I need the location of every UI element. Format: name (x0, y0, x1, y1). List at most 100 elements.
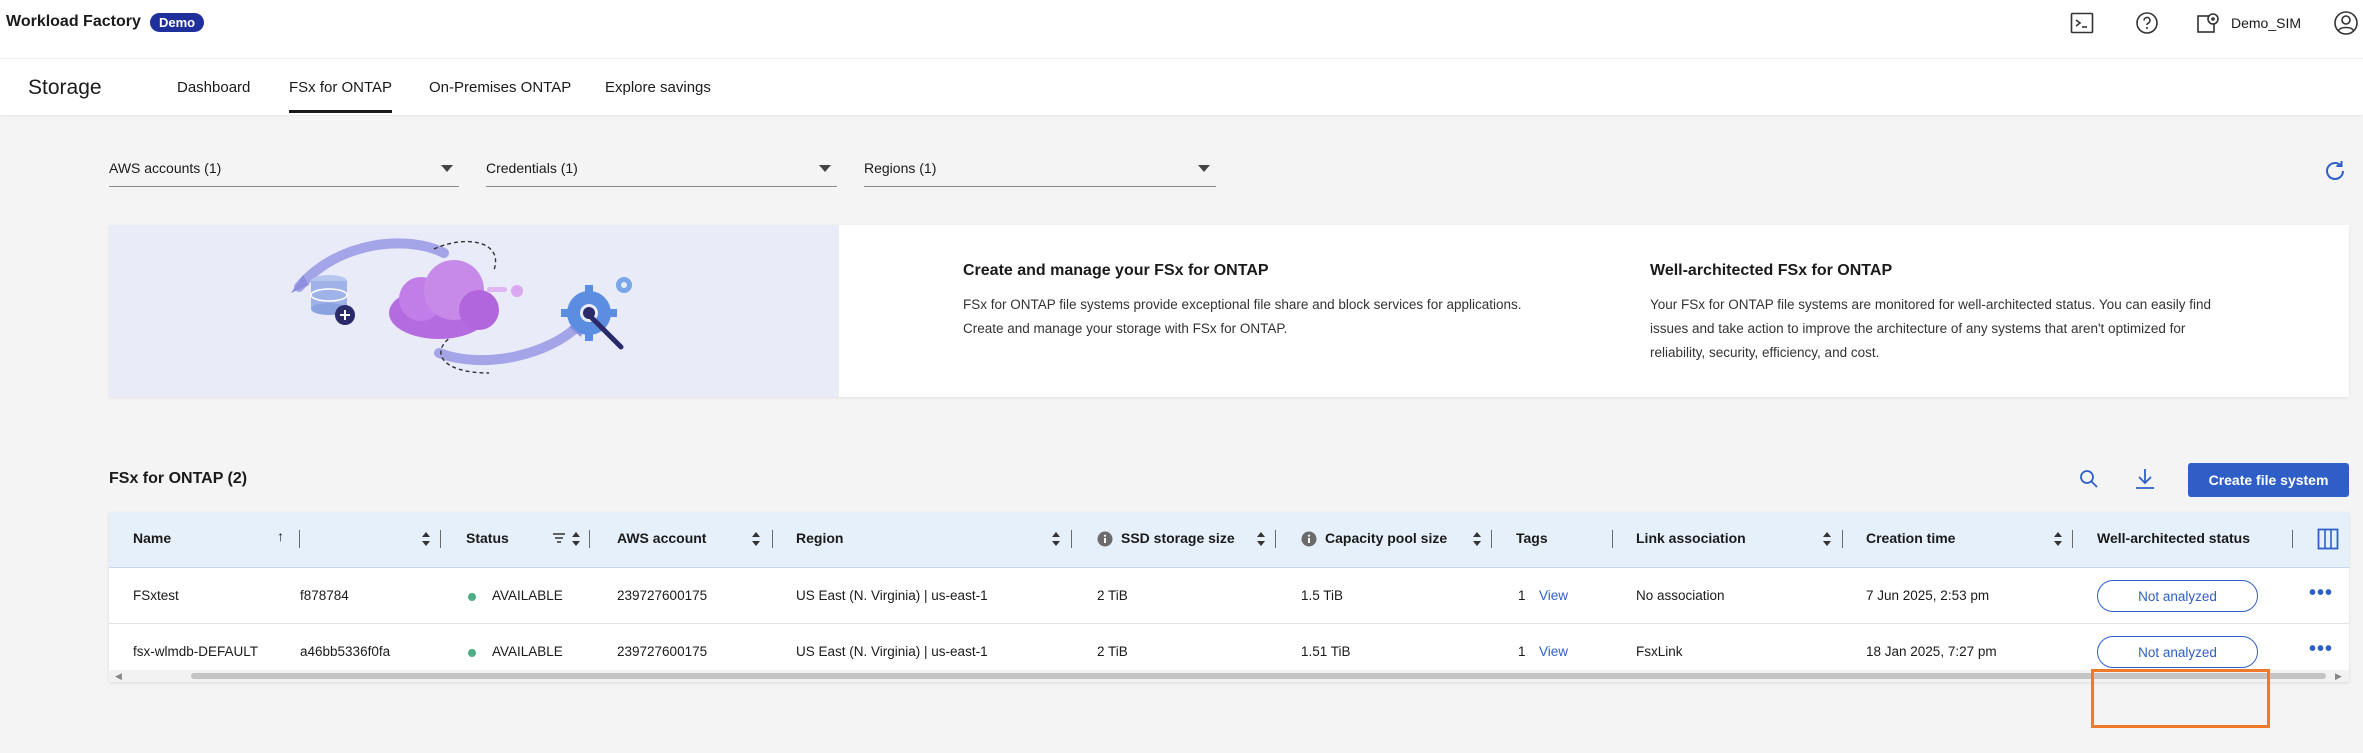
column-divider[interactable] (299, 530, 300, 548)
fs-status: AVAILABLE (492, 644, 563, 659)
terminal-icon[interactable] (2069, 10, 2095, 36)
sort-icon[interactable] (1472, 530, 1482, 548)
column-header-tags[interactable]: Tags (1516, 530, 1548, 546)
status-available-dot (468, 593, 476, 601)
sort-icon[interactable] (2053, 530, 2063, 548)
scrollbar-thumb[interactable] (191, 673, 2326, 679)
highlight-box (2091, 669, 2270, 728)
search-icon[interactable] (2075, 465, 2103, 493)
tab-explore-savings[interactable]: Explore savings (605, 79, 711, 110)
column-header-creation-time[interactable]: Creation time (1866, 530, 1955, 546)
column-divider[interactable] (1275, 530, 1276, 548)
fs-name[interactable]: FSxtest (133, 588, 179, 603)
scroll-right-icon[interactable]: ▶ (2335, 671, 2342, 682)
fs-creation-time: 18 Jan 2025, 7:27 pm (1866, 644, 1997, 659)
fs-pool-size: 1.5 TiB (1301, 588, 1344, 603)
view-tags-link[interactable]: View (1539, 588, 1568, 603)
chevron-down-icon (1198, 165, 1210, 172)
download-icon[interactable] (2131, 465, 2159, 493)
column-picker-icon[interactable] (2317, 528, 2339, 550)
chevron-down-icon (819, 165, 831, 172)
horizontal-scrollbar[interactable]: ◀ ▶ (109, 670, 2349, 682)
user-profile-icon[interactable] (2333, 10, 2359, 36)
info-icon[interactable] (1301, 531, 1317, 547)
row-actions-menu-icon[interactable]: ••• (2309, 638, 2333, 661)
refresh-icon[interactable] (2322, 158, 2348, 184)
sort-icon[interactable] (1256, 530, 1266, 548)
user-name-label[interactable]: Demo_SIM (2231, 15, 2301, 31)
column-divider[interactable] (1612, 530, 1613, 548)
column-divider[interactable] (1842, 530, 1843, 548)
column-header-name[interactable]: Name (133, 530, 171, 546)
top-bar: Workload Factory Demo Demo_SIM (0, 0, 2363, 58)
column-divider[interactable] (772, 530, 773, 548)
table-title: FSx for ONTAP (2) (109, 470, 248, 487)
not-analyzed-button[interactable]: Not analyzed (2097, 636, 2258, 668)
banner-left-title: Create and manage your FSx for ONTAP (963, 262, 1269, 279)
status-available-dot (468, 649, 476, 657)
tab-on-premises-ontap[interactable]: On-Premises ONTAP (429, 79, 571, 110)
fs-creation-time: 7 Jun 2025, 2:53 pm (1866, 588, 1990, 603)
column-header-region[interactable]: Region (796, 530, 843, 546)
fs-link-association: No association (1636, 588, 1725, 603)
column-divider[interactable] (1491, 530, 1492, 548)
app-title[interactable]: Workload Factory (6, 13, 141, 31)
column-divider[interactable] (2072, 530, 2073, 548)
fs-ssd-size: 2 TiB (1097, 644, 1128, 659)
demo-badge: Demo (150, 13, 205, 32)
column-header-well-architected-status[interactable]: Well-architected status (2097, 530, 2250, 546)
fs-name[interactable]: fsx-wlmdb-DEFAULT (133, 644, 258, 659)
column-divider[interactable] (1071, 530, 1072, 548)
column-header-capacity-pool-size[interactable]: Capacity pool size (1325, 530, 1447, 546)
aws-accounts-filter[interactable]: AWS accounts (1) (109, 155, 459, 187)
regions-filter[interactable]: Regions (1) (864, 155, 1216, 187)
fs-region: US East (N. Virginia) | us-east-1 (796, 644, 988, 659)
aws-accounts-filter-label: AWS accounts (1) (109, 160, 222, 176)
sort-icon[interactable] (1822, 530, 1832, 548)
banner-left-text-2: Create and manage your storage with FSx … (963, 321, 1288, 336)
banner-right-title: Well-architected FSx for ONTAP (1650, 262, 1893, 279)
fs-tags-count: 1 (1518, 644, 1526, 659)
sort-icon[interactable] (1051, 530, 1061, 548)
chevron-down-icon (441, 165, 453, 172)
storage-nav: Storage Dashboard FSx for ONTAP On-Premi… (0, 58, 2363, 115)
sort-icon[interactable] (421, 530, 431, 548)
column-header-status[interactable]: Status (466, 530, 509, 546)
sort-icon[interactable] (571, 530, 581, 548)
workspace-settings-icon[interactable] (2196, 10, 2222, 36)
sort-icon[interactable] (751, 530, 761, 548)
banner-right-text-2: issues and take action to improve the ar… (1650, 321, 2186, 336)
fs-aws-account: 239727600175 (617, 588, 708, 603)
info-banner: Create and manage your FSx for ONTAP FSx… (109, 225, 2349, 397)
create-file-system-button[interactable]: Create file system (2188, 463, 2349, 497)
fs-status: AVAILABLE (492, 588, 563, 603)
row-actions-menu-icon[interactable]: ••• (2309, 582, 2333, 605)
column-divider[interactable] (589, 530, 590, 548)
regions-filter-label: Regions (1) (864, 160, 937, 176)
fs-id: f878784 (300, 588, 349, 603)
column-header-link-association[interactable]: Link association (1636, 530, 1746, 546)
table-row[interactable]: FSxtest f878784 AVAILABLE 239727600175 U… (109, 568, 2349, 624)
fs-aws-account: 239727600175 (617, 644, 708, 659)
table-header: Name ↑ Status AWS account Region SSD sto… (109, 512, 2349, 568)
banner-right-text-1: Your FSx for ONTAP file systems are moni… (1650, 297, 2212, 312)
banner-illustration (109, 225, 839, 397)
column-divider[interactable] (440, 530, 441, 548)
banner-left-text-1: FSx for ONTAP file systems provide excep… (963, 297, 1522, 312)
column-divider[interactable] (2292, 530, 2293, 548)
sort-ascending-icon[interactable]: ↑ (277, 528, 284, 544)
tab-dashboard[interactable]: Dashboard (177, 79, 250, 110)
tab-fsx-for-ontap[interactable]: FSx for ONTAP (289, 79, 393, 113)
info-icon[interactable] (1097, 531, 1113, 547)
scroll-left-icon[interactable]: ◀ (115, 671, 122, 682)
not-analyzed-button[interactable]: Not analyzed (2097, 580, 2258, 612)
view-tags-link[interactable]: View (1539, 644, 1568, 659)
fs-ssd-size: 2 TiB (1097, 588, 1128, 603)
column-header-aws-account[interactable]: AWS account (617, 530, 706, 546)
credentials-filter[interactable]: Credentials (1) (486, 155, 837, 187)
credentials-filter-label: Credentials (1) (486, 160, 578, 176)
help-icon[interactable] (2134, 10, 2160, 36)
fs-tags-count: 1 (1518, 588, 1526, 603)
column-header-ssd-storage-size[interactable]: SSD storage size (1121, 530, 1235, 546)
filter-icon[interactable] (553, 532, 565, 544)
